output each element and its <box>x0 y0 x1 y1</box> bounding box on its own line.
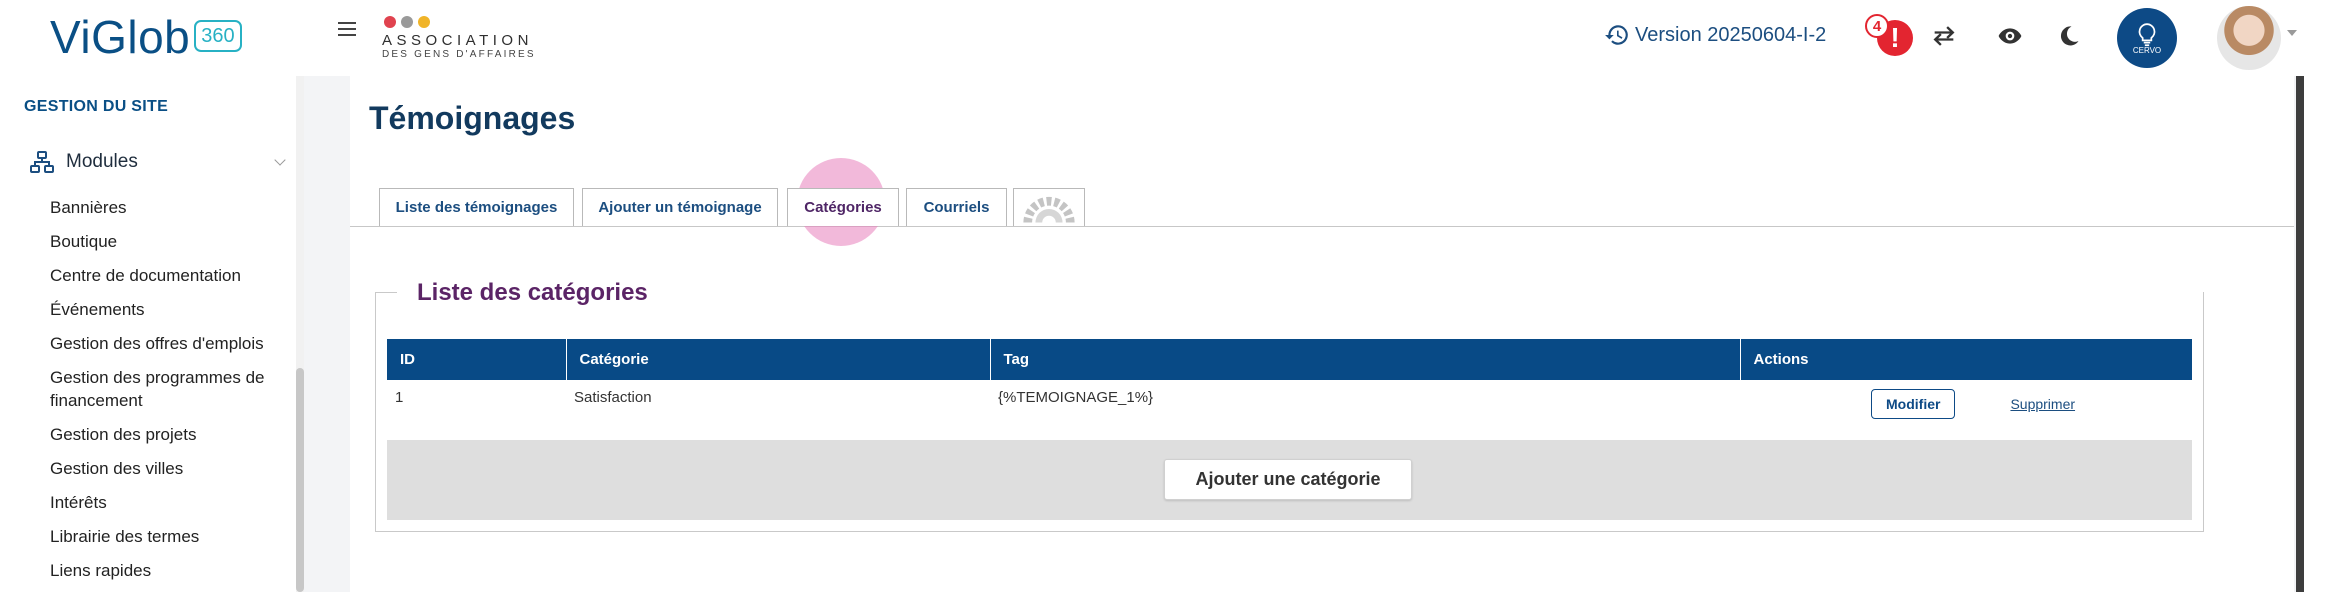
sidebar-module-list: Bannières Boutique Centre de documentati… <box>50 196 290 592</box>
alert-count-badge: 4 <box>1865 14 1889 38</box>
modules-label: Modules <box>66 151 138 172</box>
alert-button[interactable]: ! 4 <box>1865 14 1917 58</box>
column-header-categorie: Catégorie <box>566 339 991 380</box>
version-info[interactable]: Version 20250604-I-2 <box>1604 22 1826 48</box>
tabs-divider <box>350 226 2294 227</box>
main-scrollbar[interactable] <box>2296 76 2304 592</box>
sidebar-item-liens-rapides[interactable]: Liens rapides <box>50 559 290 582</box>
section-title: Liste des catégories <box>417 279 648 306</box>
sidebar: GESTION DU SITE Modules Bannières Boutiq… <box>0 76 300 592</box>
sidebar-item-librairie-termes[interactable]: Librairie des termes <box>50 525 290 548</box>
dot-gray <box>401 16 413 28</box>
menu-toggle-icon[interactable] <box>338 22 356 36</box>
tab-liste-temoignages[interactable]: Liste des témoignages <box>379 188 574 226</box>
cell-tag: {%TEMOIGNAGE_1%} <box>998 389 1154 406</box>
sidebar-item-bannieres[interactable]: Bannières <box>50 196 290 219</box>
sidebar-item-villes[interactable]: Gestion des villes <box>50 457 290 480</box>
sidebar-item-boutique[interactable]: Boutique <box>50 230 290 253</box>
tab-settings[interactable] <box>1013 188 1085 226</box>
sidebar-item-programmes-financement[interactable]: Gestion des programmes de financement <box>50 366 290 412</box>
viglob-logo[interactable]: ViGlob 360 <box>50 14 242 60</box>
dot-red <box>384 16 396 28</box>
association-logo: ASSOCIATION DES GENS D'AFFAIRES <box>382 16 536 60</box>
avatar[interactable] <box>2217 6 2281 70</box>
association-title: ASSOCIATION <box>382 32 533 49</box>
top-bar: ViGlob 360 ASSOCIATION DES GENS D'AFFAIR… <box>0 0 2344 76</box>
chevron-down-icon <box>274 154 286 166</box>
column-header-actions: Actions <box>1740 339 2192 380</box>
page-title: Témoignages <box>369 100 576 136</box>
sidebar-item-interets[interactable]: Intérêts <box>50 491 290 514</box>
lightbulb-icon <box>2138 22 2156 46</box>
tab-categories[interactable]: Catégories <box>787 188 899 226</box>
cervo-label: CERVO <box>2132 45 2162 55</box>
page: ViGlob 360 ASSOCIATION DES GENS D'AFFAIR… <box>0 0 2344 592</box>
cell-actions: Modifier Supprimer <box>1740 380 2192 440</box>
fieldset-border <box>375 292 397 293</box>
sidebar-item-projets[interactable]: Gestion des projets <box>50 423 290 446</box>
sidebar-item-centre-documentation[interactable]: Centre de documentation <box>50 264 290 287</box>
tab-courriels[interactable]: Courriels <box>906 188 1007 226</box>
logo-badge: 360 <box>194 20 242 52</box>
column-header-tag: Tag <box>990 339 1741 380</box>
table-row: 1 Satisfaction {%TEMOIGNAGE_1%} Modifier… <box>387 380 2192 440</box>
column-header-id: ID <box>387 339 567 380</box>
association-subtitle: DES GENS D'AFFAIRES <box>382 49 536 60</box>
gear-icon <box>1023 196 1075 223</box>
sidebar-item-evenements[interactable]: Événements <box>50 298 290 321</box>
delete-link[interactable]: Supprimer <box>2010 396 2075 412</box>
edit-button[interactable]: Modifier <box>1871 389 1956 419</box>
eye-icon[interactable] <box>1994 20 2026 52</box>
sidebar-item-offres-emplois[interactable]: Gestion des offres d'emplois <box>50 332 290 355</box>
association-dots <box>384 16 536 28</box>
cell-categorie: Satisfaction <box>574 389 652 406</box>
add-category-button[interactable]: Ajouter une catégorie <box>1164 459 1412 500</box>
history-icon <box>1605 25 1628 45</box>
categories-table: ID Catégorie Tag Actions 1 Satisfaction … <box>387 339 2192 440</box>
cervo-button[interactable]: CERVO <box>2117 8 2177 68</box>
table-header-row: ID Catégorie Tag Actions <box>387 339 2192 380</box>
cell-id: 1 <box>395 389 404 406</box>
chevron-down-icon[interactable] <box>2287 30 2297 36</box>
moon-icon[interactable] <box>2053 20 2085 52</box>
dot-yellow <box>418 16 430 28</box>
sidebar-heading: GESTION DU SITE <box>24 98 169 115</box>
sidebar-modules-toggle[interactable]: Modules <box>30 150 288 174</box>
sidebar-scrollbar-thumb[interactable] <box>296 368 304 592</box>
version-text: Version 20250604-I-2 <box>1635 23 1827 46</box>
tab-ajouter-temoignage[interactable]: Ajouter un témoignage <box>582 188 778 226</box>
sitemap-icon <box>30 151 54 173</box>
swap-icon[interactable] <box>1928 20 1960 52</box>
logo-text: ViGlob <box>50 11 191 63</box>
